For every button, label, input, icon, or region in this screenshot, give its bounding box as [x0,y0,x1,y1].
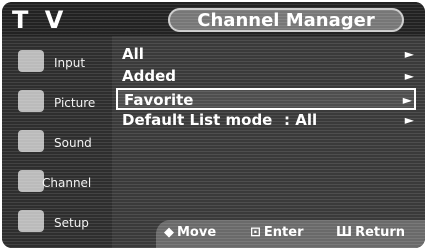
menu-item-favorite[interactable]: Favorite ► [116,88,416,110]
enter-icon: ⊡ [250,225,261,240]
menu-item-label: All [122,45,144,63]
hint-enter-label: Enter [263,225,304,240]
setup-icon [18,210,44,232]
tv-label: T V [12,6,68,34]
sidebar-item-label: Sound [54,136,92,150]
hint-return-label: Return [355,225,406,240]
hint-return: Ш Return [336,225,405,240]
menu-item-label: Favorite [124,91,194,109]
menu-panel: All ► Added ► Favorite ► Default List mo… [112,36,425,248]
channel-icon [18,170,44,192]
sidebar-item-label: Setup [54,216,89,230]
sidebar-item-input[interactable]: Input [2,44,112,84]
sound-icon [18,130,44,152]
sidebar: Input Picture Sound Channel Setup [2,36,112,248]
menu-item-added[interactable]: Added ► [116,66,416,88]
sidebar-item-sound[interactable]: Sound [2,124,112,164]
bottom-hint-bar: ◆ Move ⊡ Enter Ш Return [156,220,425,248]
page-title: Channel Manager [197,10,375,31]
tv-osd-screen: T V Channel Manager Input Picture Sound … [2,2,425,248]
sidebar-item-label: Input [54,56,86,70]
title-pill: Channel Manager [168,8,404,32]
top-bar: T V Channel Manager [2,2,425,36]
return-icon: Ш [336,225,353,240]
menu-item-label: Default List mode [122,111,273,129]
menu-item-value: : All [284,111,318,129]
sidebar-item-channel[interactable]: Channel [2,164,112,204]
hint-move: ◆ Move [164,225,216,240]
menu-item-default-list-mode[interactable]: Default List mode : All ► [116,110,416,132]
arrow-right-icon: ► [404,69,414,83]
hint-move-label: Move [177,225,217,240]
sidebar-item-label: Channel [42,176,92,190]
move-icon: ◆ [164,225,174,240]
arrow-right-icon: ► [404,113,414,127]
picture-icon [18,90,44,112]
arrow-right-icon: ► [402,93,412,107]
sidebar-item-label: Picture [54,96,96,110]
arrow-right-icon: ► [404,47,414,61]
menu-item-label: Added [122,67,176,85]
sidebar-item-picture[interactable]: Picture [2,84,112,124]
input-icon [18,50,44,72]
hint-enter: ⊡ Enter [250,225,303,240]
sidebar-item-setup[interactable]: Setup [2,204,112,244]
menu-item-all[interactable]: All ► [116,44,416,66]
